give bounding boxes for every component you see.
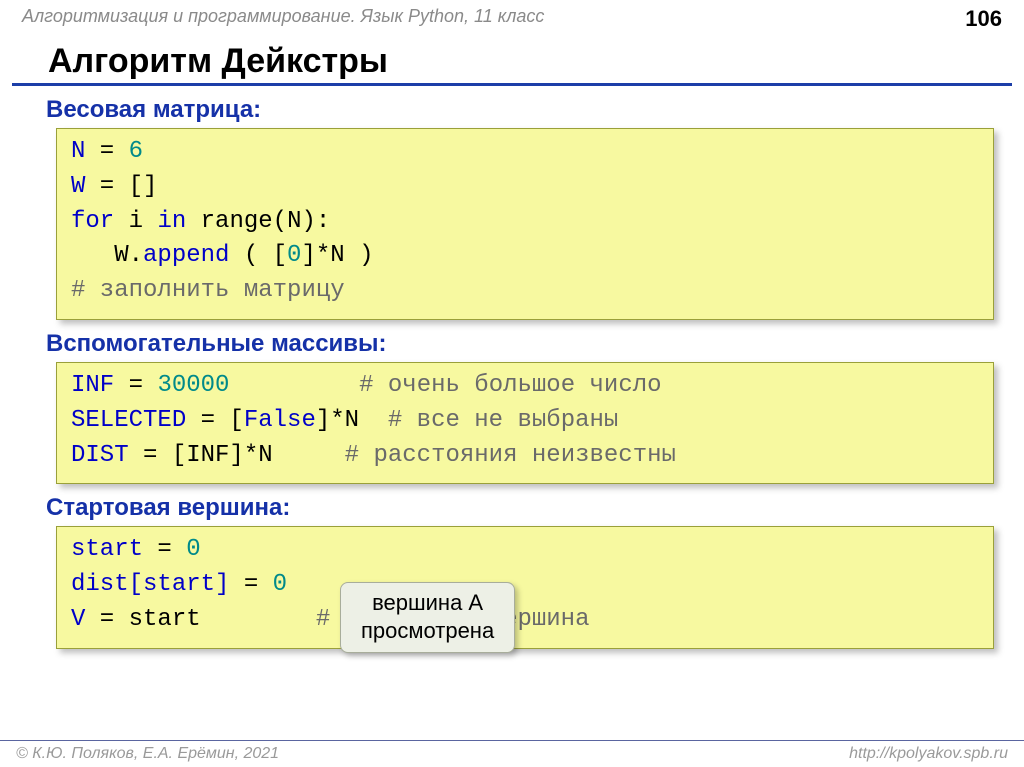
callout-line2: просмотрена [361, 617, 494, 645]
slide-title: Алгоритм Дейкстры [12, 32, 1012, 86]
code-weight-matrix: N = 6 W = [] for i in range(N): W.append… [56, 128, 994, 320]
callout-vertex-visited: вершина A просмотрена [340, 582, 515, 653]
section-helper-arrays: Вспомогательные массивы: [0, 320, 1024, 362]
slide-page: Алгоритмизация и программирование. Язык … [0, 0, 1024, 767]
code-helper-arrays: INF = 30000 # очень большое число SELECT… [56, 362, 994, 484]
section-weight-matrix: Весовая матрица: [0, 86, 1024, 128]
callout-line1: вершина A [361, 589, 494, 617]
course-title: Алгоритмизация и программирование. Язык … [22, 6, 544, 27]
page-number: 106 [965, 6, 1002, 32]
header-bar: Алгоритмизация и программирование. Язык … [0, 0, 1024, 32]
section-start-vertex: Стартовая вершина: [0, 484, 1024, 526]
footer: © К.Ю. Поляков, Е.А. Ерёмин, 2021 http:/… [0, 740, 1024, 763]
code-start-vertex: start = 0 dist[start] = 0 V = start # вы… [56, 526, 994, 648]
footer-copyright: © К.Ю. Поляков, Е.А. Ерёмин, 2021 [16, 745, 279, 763]
footer-url: http://kpolyakov.spb.ru [849, 745, 1008, 763]
